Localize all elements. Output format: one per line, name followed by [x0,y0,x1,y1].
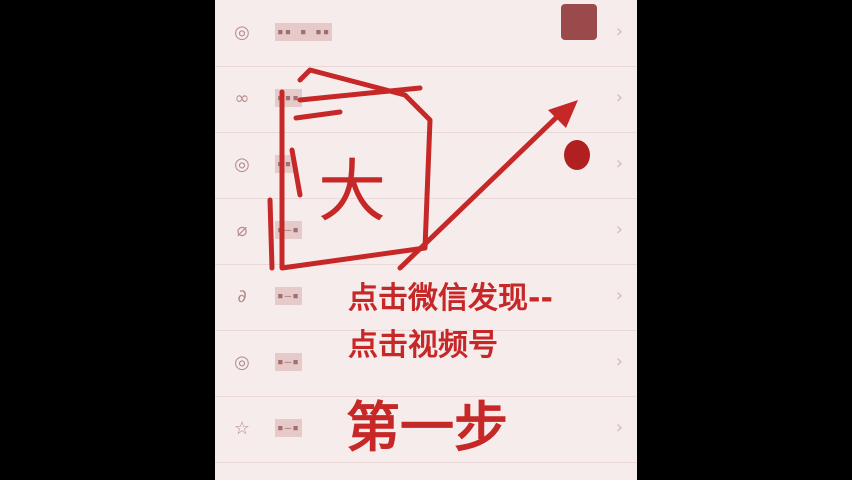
menu-row-label: ▪—▪ [275,419,302,437]
live-avatar-badge [564,140,590,170]
look-icon: ◎ [234,352,250,373]
moments-thumbnail [561,4,597,40]
moments-icon: ◎ [234,22,250,43]
shake-icon: ∂ [237,286,247,307]
menu-row-label: ▪—▪ [275,221,302,239]
chevron-right-icon: › [615,21,623,42]
menu-row-label: ▪—▪ [275,287,302,305]
step-label: 第一步 [346,396,508,459]
live-icon: ◎ [234,154,250,175]
search-icon: ☆ [233,418,251,439]
scan-icon: ⌀ [236,220,248,241]
annotation-line-1: 点击微信发现-- [348,281,553,316]
chevron-right-icon: › [615,87,623,108]
menu-row-scan[interactable]: ⌀ ▪—▪ › [215,198,637,265]
menu-row-label: ▪▪ ▪ ▪▪ [275,23,333,41]
menu-row-label: ▪▪▪ [275,89,302,107]
chevron-right-icon: › [615,153,623,174]
chevron-right-icon: › [615,417,623,438]
menu-row-channels[interactable]: ∞ ▪▪▪ › [215,66,637,133]
chevron-right-icon: › [615,351,623,372]
chevron-right-icon: › [615,219,623,240]
channels-icon: ∞ [234,88,250,109]
menu-row-label: ▪▪ [275,155,295,173]
chevron-right-icon: › [615,285,623,306]
annotation-line-2: 点击视频号 [348,328,498,363]
menu-row-label: ▪—▪ [275,353,302,371]
